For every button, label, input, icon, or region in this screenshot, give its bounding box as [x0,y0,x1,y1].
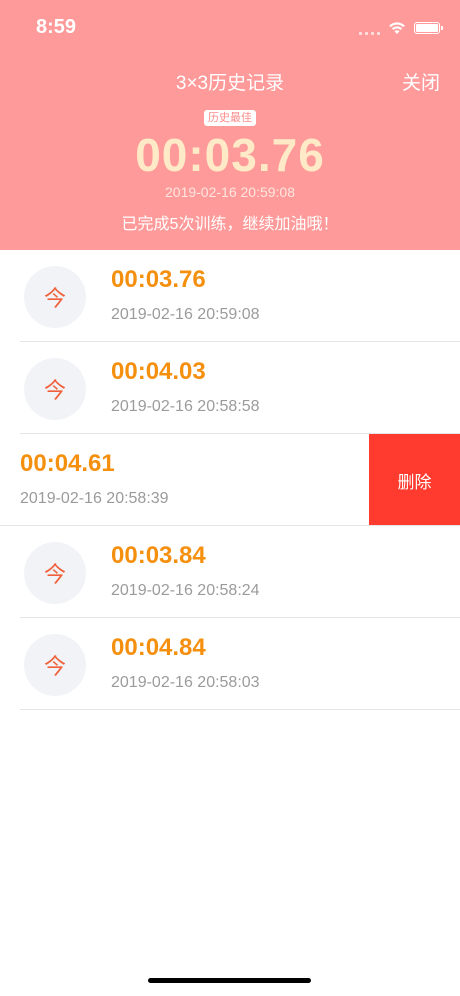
status-icons [359,18,443,38]
close-button[interactable]: 关闭 [402,68,440,95]
best-badge: 历史最佳 [204,110,256,126]
record-time: 00:03.84 [111,542,206,569]
page-title: 3×3历史记录 [175,73,285,94]
record-row[interactable]: 今 00:03.76 2019-02-16 20:59:08 [0,250,460,342]
best-time: 00:03.76 [135,129,325,181]
today-avatar: 今 [24,266,86,328]
today-avatar: 今 [24,358,86,420]
record-row-swiped[interactable]: 00:04.61 2019-02-16 20:58:39 删除 [0,434,460,526]
record-date: 2019-02-16 20:59:08 [111,306,260,323]
battery-icon [414,22,443,34]
wifi-icon [389,22,405,34]
record-date: 2019-02-16 20:58:24 [111,582,260,599]
divider [20,709,460,710]
record-row[interactable]: 今 00:04.03 2019-02-16 20:58:58 [0,342,460,434]
today-avatar: 今 [24,542,86,604]
record-time: 00:04.03 [111,358,206,385]
delete-button[interactable]: 删除 [369,434,460,526]
record-date: 2019-02-16 20:58:39 [20,490,169,507]
record-time: 00:03.76 [111,266,206,293]
progress-message: 已完成5次训练，继续加油哦！ [121,216,339,233]
record-date: 2019-02-16 20:58:03 [111,674,260,691]
signal-icon [359,21,380,35]
status-time: 8:59 [36,16,77,38]
record-time: 00:04.61 [20,450,115,477]
today-avatar: 今 [24,634,86,696]
record-time: 00:04.84 [111,634,206,661]
record-date: 2019-02-16 20:58:58 [111,398,260,415]
record-row[interactable]: 今 00:03.84 2019-02-16 20:58:24 [0,526,460,618]
record-row[interactable]: 今 00:04.84 2019-02-16 20:58:03 [0,618,460,710]
home-indicator[interactable] [148,978,311,983]
header: 8:59 3×3历史记录 关闭 历史最佳 00:03.76 2019-02-16… [0,0,460,250]
best-date: 2019-02-16 20:59:08 [165,184,295,200]
